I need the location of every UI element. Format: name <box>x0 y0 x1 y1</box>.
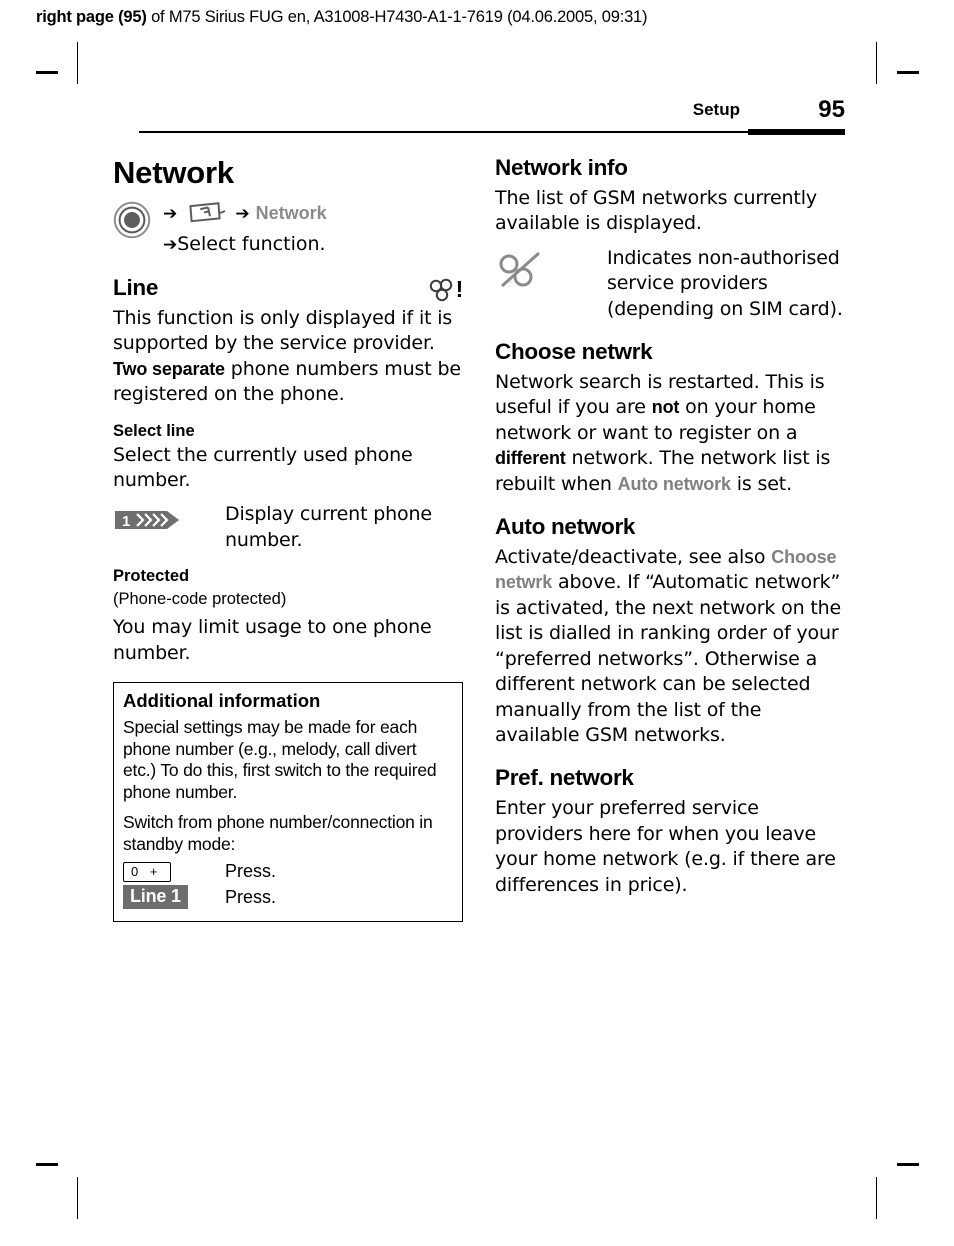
choose-netwrk-bold-different: different <box>495 448 566 469</box>
additional-information-box: Additional information Special settings … <box>113 682 463 923</box>
protected-text: You may limit usage to one phone number. <box>113 616 432 664</box>
page-header: Setup 95 <box>139 96 845 142</box>
info-box-paragraph-2: Switch from phone number/connection in s… <box>123 812 433 854</box>
info-box-heading: Additional information <box>123 690 321 712</box>
keypad-key-zero-plus[interactable]: 0 + <box>123 861 172 882</box>
crop-mark-top-left <box>77 42 78 84</box>
crop-tick-bottom-left <box>36 1163 58 1166</box>
select-line-icon-row: 1 Display current phone number. <box>113 502 463 553</box>
info-box-paragraph-1: Special settings may be made for each ph… <box>123 717 437 802</box>
arrow-icon-2: ➔ <box>235 204 250 224</box>
crop-mark-bottom-left <box>77 1177 78 1219</box>
keypad-key-cell: 0 + <box>123 861 225 882</box>
svg-text:1: 1 <box>122 513 130 530</box>
section-heading-auto-network: Auto network <box>495 514 636 540</box>
info-box-key-row-1: 0 + Press. <box>123 861 453 882</box>
non-authorised-provider-caption: Indicates non-authorised service provide… <box>607 246 843 320</box>
auto-network-part1: Activate/deactivate, see also <box>495 546 772 569</box>
header-rule-thin <box>139 131 748 133</box>
job-header-prefix: right page (95) <box>36 8 147 26</box>
choose-netwrk-bold-not: not <box>651 397 680 418</box>
softkey-line-1[interactable]: Line 1 <box>123 885 188 910</box>
nav-select-function-text: Select function. <box>177 233 326 255</box>
header-rule-thick <box>748 129 845 135</box>
page-number: 95 <box>818 96 845 123</box>
crop-mark-bottom-right <box>876 1177 877 1219</box>
section-heading-network-info: Network info <box>495 155 628 180</box>
auto-network-text: Activate/deactivate, see also Choose net… <box>495 545 845 748</box>
network-info-icon-row: Indicates non-authorised service provide… <box>495 246 845 322</box>
provider-network-icon <box>429 278 452 301</box>
right-column: Network info The list of GSM networks cu… <box>495 155 845 898</box>
long-press-key-icon: 1 <box>115 511 179 530</box>
section-heading-choose-netwrk: Choose netwrk <box>495 339 653 365</box>
line-paragraph-bold: Two separate <box>113 358 225 379</box>
arrow-icon-3: ➔ <box>163 235 178 255</box>
protected-note: (Phone-code protected) <box>113 590 287 609</box>
select-line-text: Select the currently used phone number. <box>113 443 413 492</box>
crop-tick-top-right <box>897 71 919 74</box>
section-heading-line: Line ! <box>113 275 463 303</box>
softkey-cell: Line 1 <box>123 885 225 910</box>
crop-tick-bottom-right <box>897 1163 919 1166</box>
key-action-label-1: Press. <box>225 861 277 882</box>
pref-network-text: Enter your preferred service providers h… <box>495 797 836 896</box>
section-heading-line-label: Line <box>113 275 159 300</box>
line-paragraph: This function is only displayed if it is… <box>113 306 463 408</box>
non-authorised-provider-icon-cell <box>495 246 607 322</box>
subheading-protected: Protected <box>113 567 190 586</box>
arrow-icon-1: ➔ <box>163 204 178 224</box>
sim-provider-badge: ! <box>428 276 463 303</box>
chapter-label: Setup <box>692 100 740 119</box>
subheading-select-line: Select line <box>113 421 195 440</box>
navigation-path: ➔ ➔ Network ➔Select function. <box>113 199 463 258</box>
nav-menu-item-network: Network <box>255 203 327 223</box>
non-authorised-network-icon <box>499 251 540 287</box>
settings-menu-icon <box>184 199 228 232</box>
page-title: Network <box>113 155 234 190</box>
left-column: Network ➔ ➔ Network ➔Select function. Li… <box>113 155 463 923</box>
job-header-rest: of M75 Sirius FUG en, A31008-H7430-A1-1-… <box>146 8 648 26</box>
uiref-auto-network: Auto network <box>617 473 731 494</box>
joystick-icon <box>113 201 151 239</box>
navigation-steps: ➔ ➔ Network ➔Select function. <box>163 199 327 258</box>
choose-netwrk-text: Network search is restarted. This is use… <box>495 370 845 497</box>
info-box-key-row-2: Line 1 Press. <box>123 885 453 910</box>
job-header: right page (95) of M75 Sirius FUG en, A3… <box>36 8 648 27</box>
section-heading-pref-network: Pref. network <box>495 765 634 791</box>
long-press-key-icon-cell: 1 <box>113 502 225 553</box>
crop-mark-top-right <box>876 42 877 84</box>
crop-tick-top-left <box>36 71 58 74</box>
choose-netwrk-part4: is set. <box>730 472 792 495</box>
line-paragraph-part1: This function is only displayed if it is… <box>113 307 453 355</box>
long-press-key-caption: Display current phone number. <box>225 503 432 551</box>
key-action-label-2: Press. <box>225 886 277 907</box>
network-info-text: The list of GSM networks currently avail… <box>495 187 817 235</box>
auto-network-part2: above. If “Automatic network” is activat… <box>495 571 842 746</box>
exclamation-mark: ! <box>455 276 464 302</box>
